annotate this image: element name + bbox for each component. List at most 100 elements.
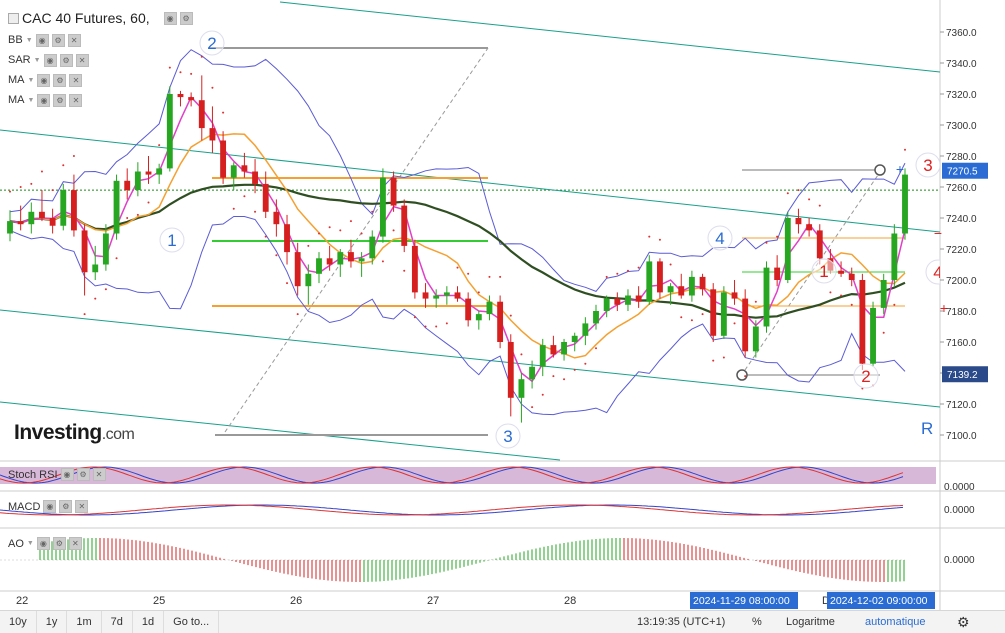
wave-label-red[interactable]: 2 [861, 367, 870, 386]
candle[interactable] [603, 298, 610, 311]
chevron-down-icon[interactable]: ▼ [26, 37, 33, 44]
chevron-down-icon[interactable]: ▼ [34, 57, 41, 64]
percent-toggle[interactable]: % [752, 611, 762, 633]
candle[interactable] [358, 258, 365, 262]
candle[interactable] [507, 342, 514, 398]
candle[interactable] [252, 171, 258, 184]
candle[interactable] [635, 295, 642, 302]
candle[interactable] [806, 224, 813, 231]
candle[interactable] [667, 286, 674, 293]
indicator-row-bb[interactable]: BB ▼ ◉ ⚙ ✕ [8, 32, 81, 48]
candle[interactable] [124, 180, 131, 191]
candle[interactable] [518, 379, 525, 398]
settings-icon[interactable]: ⚙ [957, 611, 970, 633]
candle[interactable] [795, 218, 802, 225]
chevron-down-icon[interactable]: ▼ [28, 97, 35, 104]
candle[interactable] [262, 183, 269, 212]
wave-label-blue[interactable]: 1 [167, 231, 176, 250]
collapse-icon[interactable] [8, 12, 19, 24]
candle[interactable] [902, 174, 908, 234]
candle[interactable] [390, 177, 397, 206]
candle[interactable] [379, 177, 386, 237]
gear-icon[interactable]: ⚙ [51, 33, 65, 47]
chart-canvas[interactable]: 1 2 3 4 1 2 3 4 + − +7360.0 7340.0 7320.0 7300.0 7280… [0, 0, 1005, 632]
candle[interactable] [198, 100, 205, 129]
close-icon[interactable]: ✕ [68, 537, 82, 550]
eye-icon[interactable]: ◉ [37, 93, 51, 107]
period-1d-button[interactable]: 1d [133, 611, 165, 633]
gear-icon[interactable]: ⚙ [59, 53, 73, 67]
close-icon[interactable]: ✕ [92, 468, 106, 481]
candle[interactable] [411, 245, 418, 293]
candle[interactable] [465, 298, 472, 321]
candle[interactable] [593, 311, 599, 324]
candle[interactable] [710, 289, 717, 336]
candle[interactable] [646, 261, 653, 302]
candle[interactable] [561, 342, 567, 355]
chevron-down-icon[interactable]: ▼ [28, 77, 35, 84]
candle[interactable] [539, 345, 546, 367]
candle[interactable] [166, 94, 173, 169]
period-10y-button[interactable]: 10y [0, 611, 37, 633]
candle[interactable] [880, 280, 887, 308]
candle[interactable] [401, 205, 408, 246]
log-toggle[interactable]: Logaritme [786, 611, 835, 633]
minus-marker[interactable]: − [934, 225, 942, 241]
eye-icon[interactable]: ◉ [60, 468, 74, 481]
wave-label-red[interactable]: 4 [933, 263, 942, 282]
close-icon[interactable]: ✕ [69, 73, 83, 87]
candle[interactable] [816, 230, 823, 259]
candle[interactable] [294, 252, 301, 287]
candle[interactable] [113, 180, 120, 234]
candle[interactable] [454, 292, 461, 299]
candle[interactable] [241, 165, 248, 172]
price-plot[interactable]: 1 2 3 4 1 2 3 4 + [0, 1, 950, 461]
candle[interactable] [625, 295, 631, 305]
candle[interactable] [784, 218, 791, 280]
candle[interactable] [369, 236, 376, 259]
indicator-row-ma1[interactable]: MA ▼ ◉ ⚙ ✕ [8, 72, 83, 88]
candle[interactable] [134, 171, 141, 191]
candle[interactable] [337, 252, 344, 265]
close-icon[interactable]: ✕ [75, 500, 89, 513]
candle[interactable] [475, 314, 482, 321]
candle[interactable] [305, 273, 312, 287]
candle[interactable] [81, 230, 88, 273]
candle[interactable] [848, 273, 855, 280]
candle[interactable] [209, 128, 216, 141]
candle[interactable] [230, 165, 237, 178]
gear-icon[interactable]: ⚙ [76, 468, 90, 481]
candle[interactable] [699, 276, 706, 290]
close-icon[interactable]: ✕ [69, 93, 83, 107]
candle[interactable] [859, 280, 866, 364]
close-icon[interactable]: ✕ [75, 53, 89, 67]
eye-icon[interactable]: ◉ [37, 73, 51, 87]
candle[interactable] [550, 345, 557, 355]
wave-label-red[interactable]: 3 [923, 156, 932, 175]
candle[interactable] [731, 292, 738, 299]
wave-label-blue[interactable]: 3 [503, 427, 512, 446]
candle[interactable] [763, 267, 770, 327]
period-7d-button[interactable]: 7d [102, 611, 133, 633]
period-1m-button[interactable]: 1m [67, 611, 102, 633]
wave-label-blue[interactable]: 2 [207, 34, 216, 53]
candle[interactable] [273, 211, 280, 225]
candle[interactable] [720, 292, 727, 336]
candle[interactable] [102, 233, 109, 265]
indicator-row-ma2[interactable]: MA ▼ ◉ ⚙ ✕ [8, 92, 83, 108]
candle[interactable] [220, 140, 227, 178]
candle[interactable] [7, 221, 13, 234]
candle[interactable] [870, 307, 876, 364]
candle[interactable] [742, 298, 749, 352]
candle[interactable] [326, 258, 333, 265]
chevron-down-icon[interactable]: ▼ [27, 540, 34, 547]
candle[interactable] [70, 190, 77, 231]
candle[interactable] [348, 252, 354, 262]
wave-label-red[interactable]: 1 [819, 262, 828, 281]
period-1y-button[interactable]: 1y [37, 611, 68, 633]
candle[interactable] [688, 276, 695, 296]
gear-icon[interactable]: ⚙ [179, 11, 193, 25]
eye-icon[interactable]: ◉ [163, 11, 177, 25]
candle[interactable] [752, 326, 759, 352]
candle[interactable] [529, 366, 536, 380]
